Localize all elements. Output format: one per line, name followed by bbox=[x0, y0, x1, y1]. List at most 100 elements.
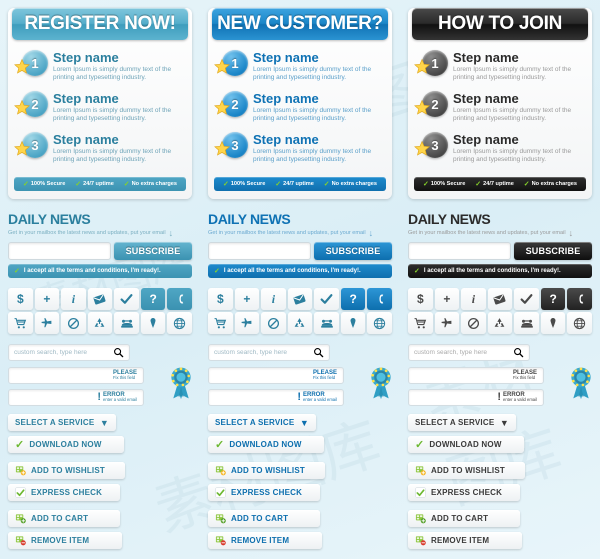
download-now-button[interactable]: ✓ DOWNLOAD NOW bbox=[408, 436, 524, 453]
dollar-icon[interactable]: $ bbox=[208, 288, 233, 310]
please-fix-field[interactable]: PLEASE Fix this field bbox=[408, 367, 544, 384]
search-icon[interactable] bbox=[313, 347, 324, 358]
shopping-cart-icon[interactable] bbox=[8, 312, 33, 334]
express-check-label: EXPRESS CHECK bbox=[31, 488, 103, 497]
search-input[interactable]: custom search, type here bbox=[414, 349, 509, 356]
info-icon[interactable]: i bbox=[61, 288, 86, 310]
dollar-icon[interactable]: $ bbox=[408, 288, 433, 310]
info-icon[interactable]: i bbox=[461, 288, 486, 310]
select-a-service-dropdown[interactable]: SELECT A SERVICE ▼ bbox=[8, 414, 116, 431]
error-email-field[interactable]: ! ERROR enter a valid email bbox=[408, 389, 544, 406]
telephone-icon[interactable] bbox=[514, 312, 539, 334]
map-pin-icon[interactable] bbox=[140, 312, 166, 334]
globe-icon[interactable] bbox=[367, 312, 392, 334]
shopping-cart-icon[interactable] bbox=[408, 312, 433, 334]
please-tooltip: PLEASE Fix this field bbox=[109, 369, 141, 381]
no-entry-icon[interactable] bbox=[61, 312, 86, 334]
shopping-cart-icon[interactable] bbox=[208, 312, 233, 334]
step-item: 1 Step name Lorem Ipsum is simply dummy … bbox=[14, 50, 182, 82]
newsletter-email-input[interactable] bbox=[8, 242, 111, 260]
plus-icon[interactable]: + bbox=[234, 288, 260, 310]
add-to-cart-button[interactable]: ADD TO CART bbox=[408, 510, 520, 527]
check-icon[interactable] bbox=[114, 288, 139, 310]
express-check-button[interactable]: EXPRESS CHECK bbox=[408, 484, 520, 501]
check-icon[interactable] bbox=[514, 288, 539, 310]
newsletter-block: DAILY NEWS Get in your mailbox the lates… bbox=[208, 211, 392, 278]
check-icon[interactable] bbox=[314, 288, 339, 310]
question-icon[interactable]: ? bbox=[340, 288, 366, 310]
map-pin-icon[interactable] bbox=[340, 312, 366, 334]
add-to-wishlist-button[interactable]: ADD TO WISHLIST bbox=[208, 462, 325, 479]
search-icon[interactable] bbox=[513, 347, 524, 358]
envelope-icon[interactable] bbox=[287, 288, 313, 310]
accept-terms-bar[interactable]: ✓ I accept all the terms and conditions,… bbox=[8, 264, 192, 278]
add-to-wishlist-button[interactable]: ADD TO WISHLIST bbox=[408, 462, 525, 479]
download-now-button[interactable]: ✓ DOWNLOAD NOW bbox=[8, 436, 124, 453]
plus-icon[interactable]: + bbox=[434, 288, 460, 310]
check-icon: ✓ bbox=[215, 439, 225, 451]
express-check-button[interactable]: EXPRESS CHECK bbox=[208, 484, 320, 501]
search-input[interactable]: custom search, type here bbox=[214, 349, 309, 356]
trust-bar: ✓ 100% Secure ✓ 24/7 uptime ✓ No extra char… bbox=[414, 177, 586, 191]
icon-grid-row2 bbox=[208, 312, 392, 334]
select-a-service-dropdown[interactable]: SELECT A SERVICE ▼ bbox=[408, 414, 516, 431]
subscribe-button[interactable]: SUBSCRIBE bbox=[314, 242, 392, 260]
remove-item-button[interactable]: REMOVE ITEM bbox=[8, 532, 122, 549]
please-fix-field[interactable]: PLEASE Fix this field bbox=[8, 367, 144, 384]
search-input[interactable]: custom search, type here bbox=[14, 349, 109, 356]
trust-label: 24/7 uptime bbox=[483, 181, 514, 187]
subscribe-button[interactable]: SUBSCRIBE bbox=[514, 242, 592, 260]
accept-terms-bar[interactable]: ✓ I accept all the terms and conditions,… bbox=[408, 264, 592, 278]
select-a-service-dropdown[interactable]: SELECT A SERVICE ▼ bbox=[208, 414, 316, 431]
phone-handset-icon[interactable] bbox=[167, 288, 192, 310]
map-pin-icon[interactable] bbox=[540, 312, 566, 334]
search-box[interactable]: custom search, type here bbox=[208, 344, 330, 361]
globe-icon[interactable] bbox=[567, 312, 592, 334]
phone-handset-icon[interactable] bbox=[367, 288, 392, 310]
globe-icon[interactable] bbox=[167, 312, 192, 334]
add-to-cart-button[interactable]: ADD TO CART bbox=[8, 510, 120, 527]
add-to-cart-button[interactable]: ADD TO CART bbox=[208, 510, 320, 527]
question-icon[interactable]: ? bbox=[140, 288, 166, 310]
airplane-icon[interactable] bbox=[434, 312, 460, 334]
trust-item: ✓ 100% Secure bbox=[423, 180, 465, 188]
add-to-wishlist-button[interactable]: ADD TO WISHLIST bbox=[8, 462, 125, 479]
question-icon[interactable]: ? bbox=[540, 288, 566, 310]
recycle-icon[interactable] bbox=[287, 312, 313, 334]
error-tooltip: ! ERROR enter a valid email bbox=[493, 391, 541, 403]
phone-handset-icon[interactable] bbox=[567, 288, 592, 310]
plus-icon[interactable]: + bbox=[34, 288, 60, 310]
search-icon[interactable] bbox=[113, 347, 124, 358]
search-box[interactable]: custom search, type here bbox=[408, 344, 530, 361]
recycle-icon[interactable] bbox=[87, 312, 113, 334]
remove-item-button[interactable]: REMOVE ITEM bbox=[208, 532, 322, 549]
telephone-icon[interactable] bbox=[114, 312, 139, 334]
step-title: Step name bbox=[453, 50, 519, 65]
telephone-icon[interactable] bbox=[314, 312, 339, 334]
newsletter-email-input[interactable] bbox=[208, 242, 311, 260]
no-entry-icon[interactable] bbox=[261, 312, 286, 334]
download-now-button[interactable]: ✓ DOWNLOAD NOW bbox=[208, 436, 324, 453]
info-icon[interactable]: i bbox=[261, 288, 286, 310]
airplane-icon[interactable] bbox=[234, 312, 260, 334]
exclamation-icon: ! bbox=[97, 391, 102, 404]
error-email-field[interactable]: ! ERROR enter a valid email bbox=[208, 389, 344, 406]
airplane-icon[interactable] bbox=[34, 312, 60, 334]
newsletter-email-input[interactable] bbox=[408, 242, 511, 260]
step-badge: 3 bbox=[14, 132, 48, 162]
express-check-button[interactable]: EXPRESS CHECK bbox=[8, 484, 120, 501]
accept-terms-bar[interactable]: ✓ I accept all the terms and conditions,… bbox=[208, 264, 392, 278]
error-email-field[interactable]: ! ERROR enter a valid email bbox=[8, 389, 144, 406]
dollar-icon[interactable]: $ bbox=[8, 288, 33, 310]
recycle-icon[interactable] bbox=[487, 312, 513, 334]
steps-list: 1 Step name Lorem Ipsum is simply dummy … bbox=[408, 46, 592, 175]
envelope-icon[interactable] bbox=[487, 288, 513, 310]
steps-list: 1 Step name Lorem Ipsum is simply dummy … bbox=[208, 46, 392, 175]
remove-item-button[interactable]: REMOVE ITEM bbox=[408, 532, 522, 549]
subscribe-button[interactable]: SUBSCRIBE bbox=[114, 242, 192, 260]
check-icon: ✓ bbox=[414, 268, 420, 275]
envelope-icon[interactable] bbox=[87, 288, 113, 310]
search-box[interactable]: custom search, type here bbox=[8, 344, 130, 361]
no-entry-icon[interactable] bbox=[461, 312, 486, 334]
please-fix-field[interactable]: PLEASE Fix this field bbox=[208, 367, 344, 384]
